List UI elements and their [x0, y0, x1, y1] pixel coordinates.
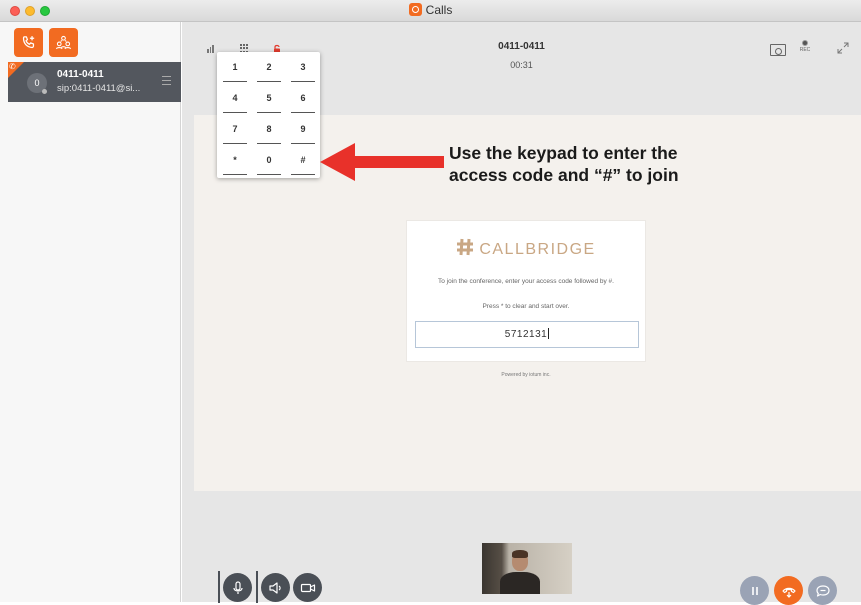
- annotation-line-2: access code and “#” to join: [449, 165, 679, 185]
- expand-icon[interactable]: [837, 42, 849, 54]
- keypad-key-star[interactable]: *: [223, 152, 247, 175]
- call-item-name: 0411-0411: [57, 69, 104, 80]
- keypad-key-2[interactable]: 2: [257, 59, 281, 82]
- self-view-video[interactable]: [482, 543, 572, 594]
- access-code-value: 5712131: [504, 329, 548, 340]
- record-icon: [802, 40, 808, 46]
- keypad-key-7[interactable]: 7: [223, 121, 247, 144]
- keypad-key-4[interactable]: 4: [223, 90, 247, 113]
- clear-instruction: Press * to clear and start over.: [482, 303, 570, 310]
- annotation-arrow: [320, 143, 444, 181]
- screen-share-icon[interactable]: [770, 44, 786, 56]
- title-bar: Calls: [0, 0, 861, 22]
- caller-name: 0411-0411: [498, 41, 545, 52]
- controls-divider: [218, 571, 220, 603]
- microphone-icon: [232, 580, 243, 594]
- conference-button[interactable]: [49, 28, 78, 57]
- annotation-line-1: Use the keypad to enter the: [449, 143, 678, 163]
- dtmf-keypad-popup: 1 2 3 4 5 6 7 8 9 * 0 #: [217, 52, 320, 178]
- hold-button[interactable]: [740, 576, 769, 605]
- calls-app-logo-icon: [408, 3, 422, 16]
- keypad-key-3[interactable]: 3: [291, 59, 315, 82]
- camera-button[interactable]: [293, 573, 322, 602]
- pause-icon: [751, 586, 758, 595]
- access-code-input[interactable]: 5712131: [415, 321, 639, 348]
- record-label: REC: [799, 47, 811, 53]
- keypad-key-hash[interactable]: #: [291, 152, 315, 175]
- active-call-item[interactable]: ✆ 0 0411-0411 sip:0411-0411@si...: [8, 62, 181, 102]
- keypad-key-6[interactable]: 6: [291, 90, 315, 113]
- people-icon: [55, 35, 72, 50]
- hangup-button[interactable]: [774, 576, 803, 605]
- call-controls: [182, 510, 861, 605]
- window-title-text: Calls: [425, 3, 453, 17]
- window-title: Calls: [0, 3, 861, 17]
- controls-divider: [256, 571, 258, 603]
- mute-button[interactable]: [223, 573, 252, 602]
- keypad-key-1[interactable]: 1: [223, 59, 247, 82]
- annotation-text: Use the keypad to enter the access code …: [449, 142, 729, 186]
- hangup-icon: [781, 587, 796, 598]
- keypad-key-0[interactable]: 0: [257, 152, 281, 175]
- callbridge-logo: CALLBRIDGE: [407, 238, 645, 259]
- keypad-key-9[interactable]: 9: [291, 121, 315, 144]
- powered-by-text: Powered by iotum inc.: [501, 372, 551, 378]
- phone-icon: ✆: [9, 62, 16, 71]
- camera-icon: [300, 583, 315, 592]
- keypad-key-8[interactable]: 8: [257, 121, 281, 144]
- self-view-person-body: [500, 572, 540, 594]
- phone-plus-icon: [22, 36, 35, 49]
- speaker-button[interactable]: [261, 573, 290, 602]
- presence-dot: [42, 89, 47, 94]
- sidebar: ✆ 0 0411-0411 sip:0411-0411@si...: [0, 22, 181, 602]
- callbridge-brand: CALLBRIDGE: [479, 241, 596, 258]
- self-view-person-hair: [512, 550, 528, 558]
- sidebar-toolbar: [8, 28, 174, 60]
- call-item-sip: sip:0411-0411@si...: [57, 83, 141, 94]
- text-caret: [548, 328, 550, 339]
- callbridge-hash-icon: [457, 238, 474, 256]
- speaker-icon: [268, 581, 281, 594]
- callbridge-card: CALLBRIDGE To join the conference, enter…: [406, 220, 646, 362]
- hamburger-menu-icon[interactable]: [162, 76, 171, 85]
- new-call-button[interactable]: [14, 28, 43, 57]
- join-instruction: To join the conference, enter your acces…: [438, 278, 614, 285]
- app-window: Calls ✆ 0 0411-0411 sip:0411-0411@si... …: [0, 0, 861, 605]
- chat-button[interactable]: [808, 576, 837, 605]
- keypad-key-5[interactable]: 5: [257, 90, 281, 113]
- chat-icon: [815, 584, 830, 597]
- record-button[interactable]: REC: [797, 40, 813, 53]
